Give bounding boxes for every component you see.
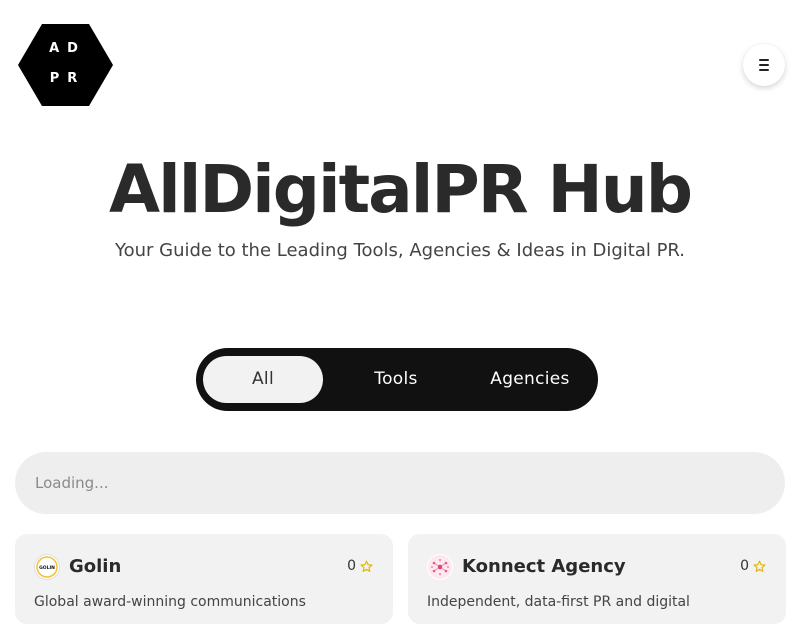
page-subtitle: Your Guide to the Leading Tools, Agencie… [114,240,686,261]
listing-card[interactable]: Konnect Agency 0 Independent, data-first… [408,534,786,624]
logo-text-line1: AD [49,41,86,56]
card-rating: 0 [347,556,373,576]
menu-button[interactable] [743,44,785,86]
logo-text: AD PR [18,24,113,106]
star-icon[interactable] [753,560,766,573]
listing-card[interactable]: GOLIN Golin 0 Global award-winning commu… [15,534,393,624]
card-title[interactable]: Golin [69,555,121,579]
tab-agencies[interactable]: Agencies [470,356,590,403]
golin-logo-icon: GOLIN [34,554,60,580]
star-icon[interactable] [360,560,373,573]
card-description: Independent, data-first PR and digital [427,594,690,610]
category-filter: All Tools Agencies [196,348,598,411]
logo-text-line2: PR [49,71,86,86]
konnect-logo-icon [427,554,453,580]
search-status-text: Loading... [35,474,109,492]
search-bar[interactable]: Loading... [15,452,785,514]
site-logo[interactable]: AD PR [18,24,113,106]
rating-value: 0 [740,558,749,574]
page-title: AllDigitalPR Hub [109,151,693,228]
card-title[interactable]: Konnect Agency [462,555,626,579]
tab-all[interactable]: All [203,356,323,403]
tab-tools[interactable]: Tools [336,356,456,403]
svg-text:GOLIN: GOLIN [39,565,55,571]
rating-value: 0 [347,558,356,574]
hamburger-icon [759,59,769,71]
card-description: Global award-winning communications [34,594,306,610]
card-rating: 0 [740,556,766,576]
